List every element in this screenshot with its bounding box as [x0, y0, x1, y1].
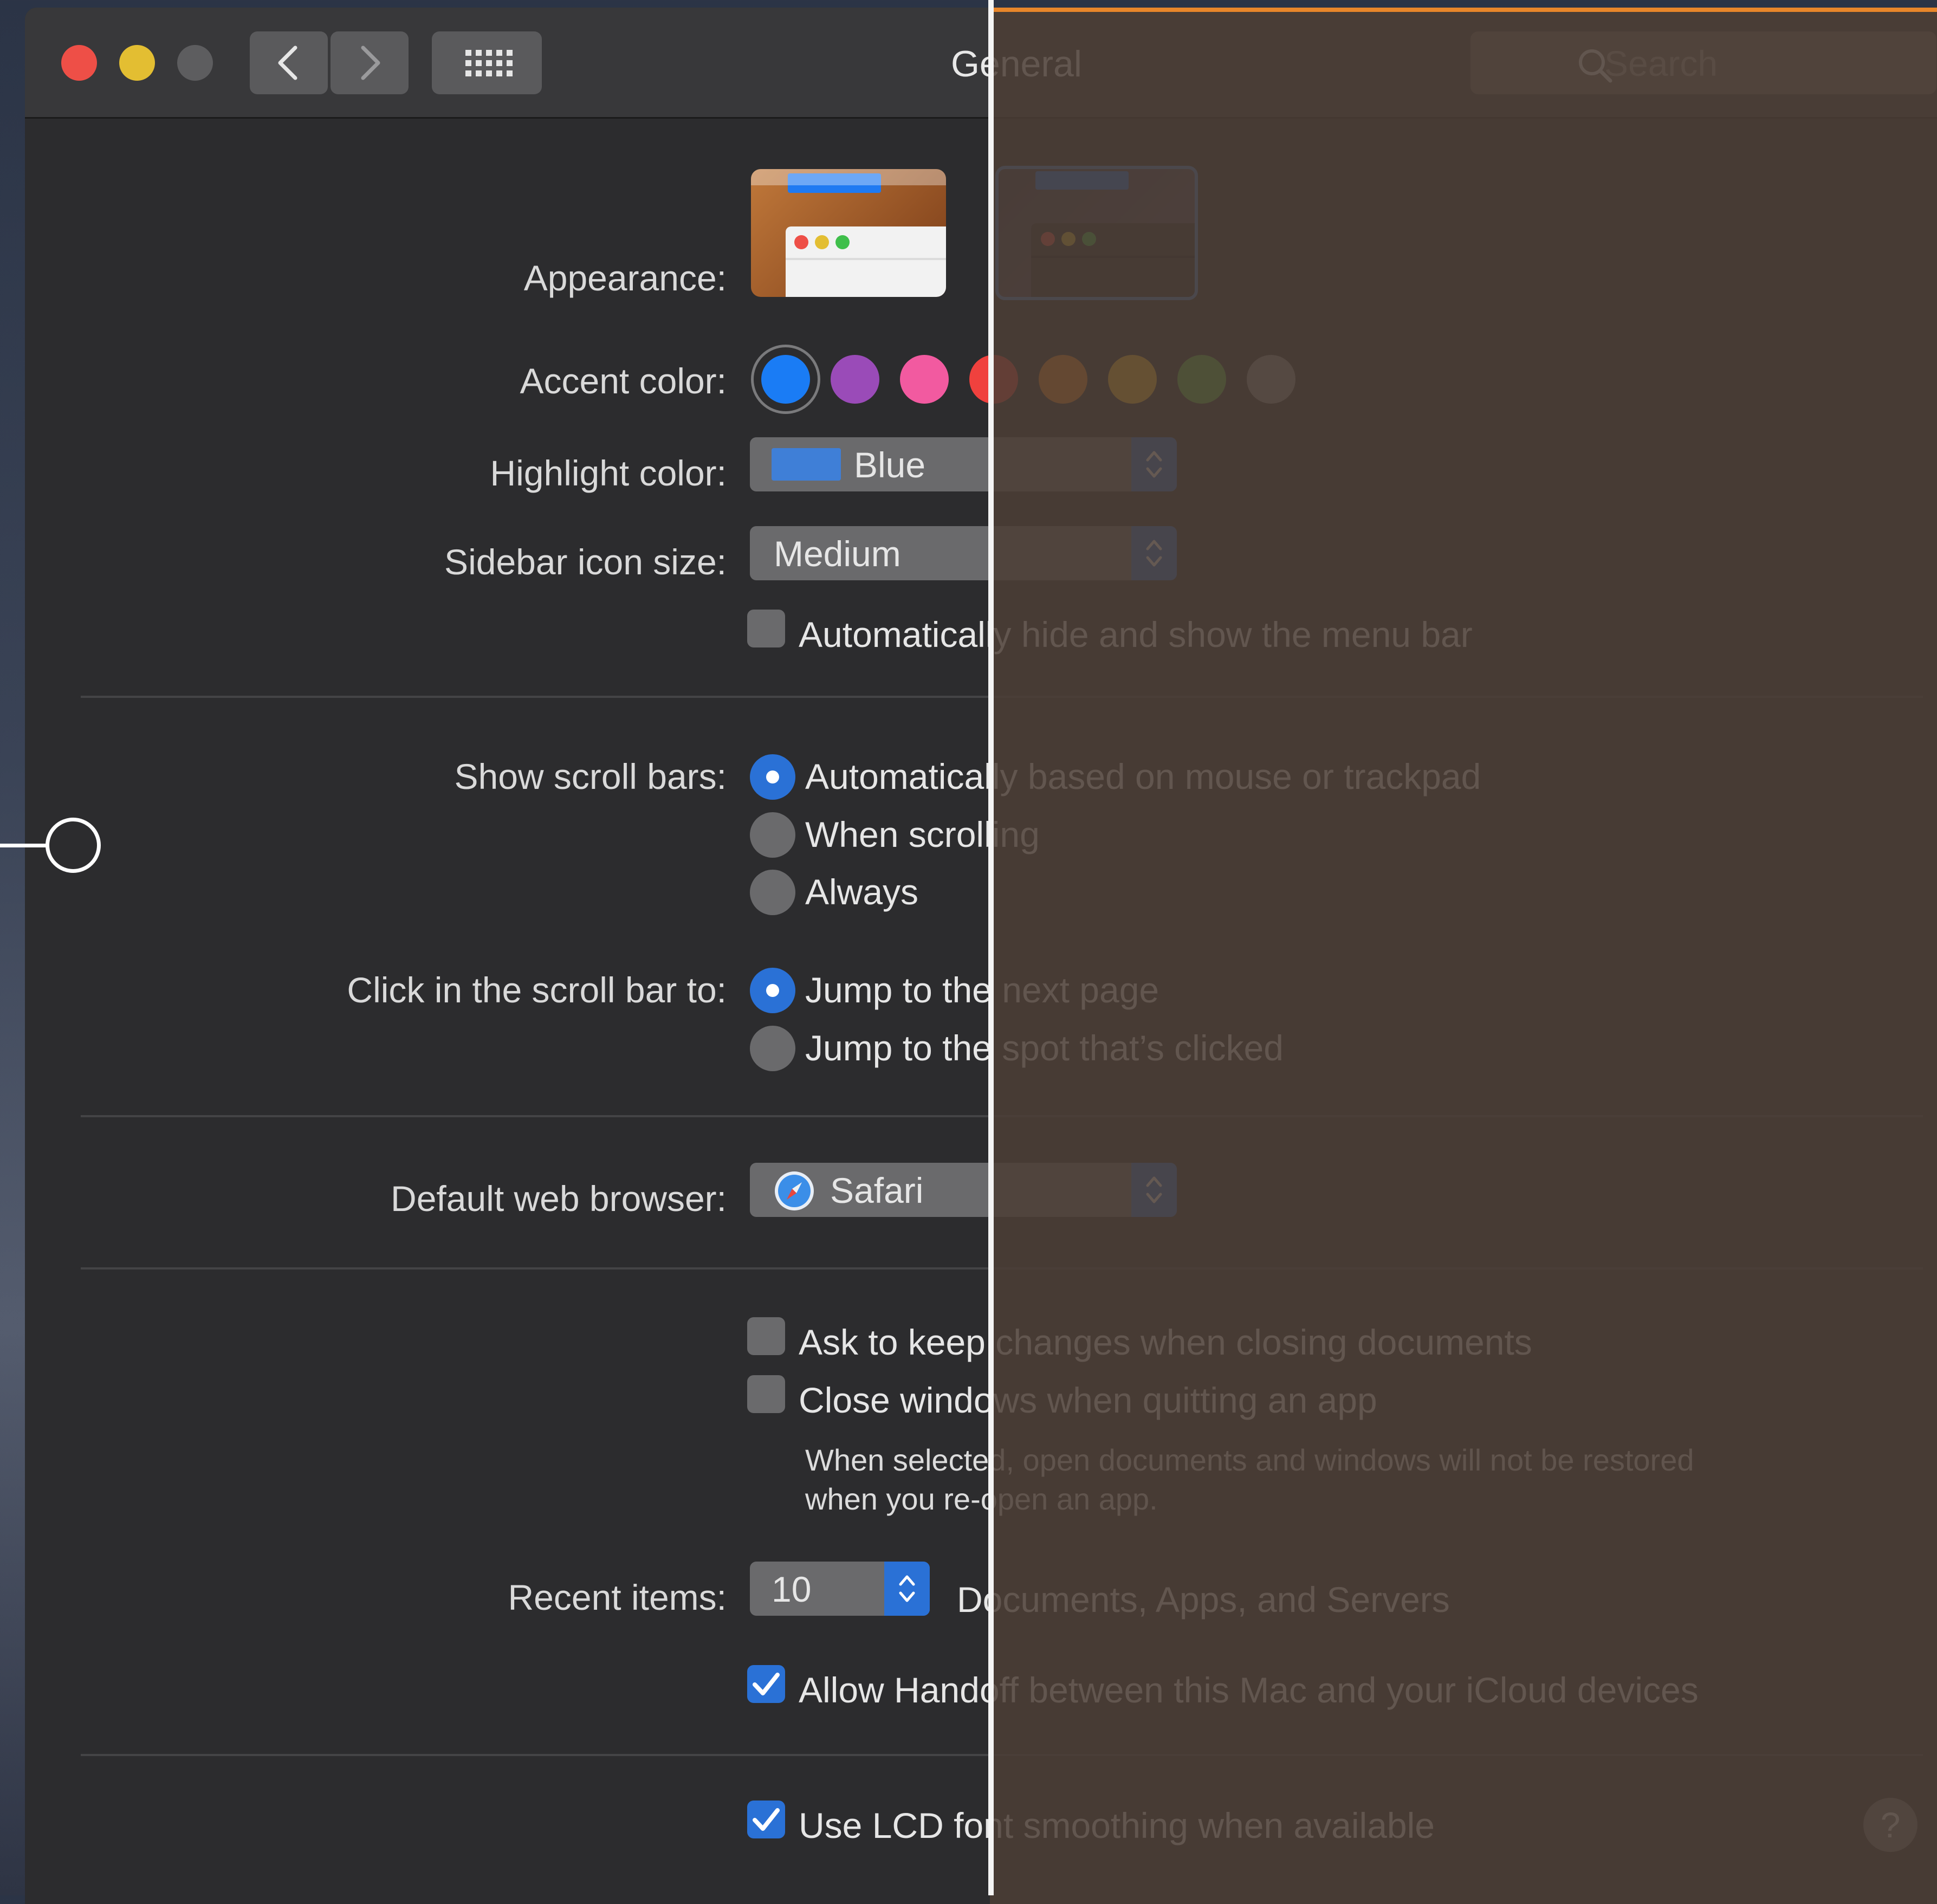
click-scroll-option-next-page: Jump to the next page [805, 970, 1159, 1010]
recent-items-label: Recent items: [508, 1577, 727, 1617]
default-browser-value: Safari [830, 1170, 924, 1210]
show-all-button[interactable] [432, 31, 542, 94]
scroll-bars-option-scrolling: When scrolling [805, 814, 1040, 854]
sidebar-icon-size-value: Medium [774, 534, 901, 574]
comparison-tint-edge [990, 8, 1937, 12]
click-scroll-option-spot: Jump to the spot that’s clicked [805, 1028, 1284, 1068]
accent-swatch-graphite[interactable] [1247, 355, 1295, 404]
close-window-button[interactable] [61, 45, 97, 81]
close-windows-note-line1: When selected, open documents and window… [805, 1443, 1694, 1477]
minimize-window-button[interactable] [119, 45, 155, 81]
close-windows-note-line2: when you re-open an app. [805, 1482, 1158, 1516]
pointer-ring-indicator [46, 818, 101, 873]
updown-chevron-icon [1146, 1176, 1162, 1203]
menubar-checkbox-label: Automatically hide and show the menu bar [799, 614, 1473, 655]
appearance-label: Appearance: [523, 258, 727, 298]
recent-items-stepper[interactable]: 10 [750, 1562, 930, 1616]
checkmark-icon [753, 1673, 780, 1695]
divider [81, 696, 1923, 698]
click-scroll-radio-spot[interactable] [750, 1026, 795, 1071]
forward-button[interactable] [331, 31, 409, 94]
default-browser-popup[interactable]: Safari [750, 1163, 1177, 1217]
updown-chevron-icon [899, 1575, 915, 1602]
window-title: General [951, 43, 1082, 85]
click-scroll-bar-label: Click in the scroll bar to: [347, 970, 727, 1010]
show-scroll-bars-label: Show scroll bars: [454, 756, 727, 796]
appearance-dark-option[interactable] [995, 166, 1198, 300]
checkmark-icon [753, 1808, 780, 1831]
recent-items-suffix: Documents, Apps, and Servers [957, 1579, 1450, 1620]
accent-swatch-orange[interactable] [1039, 355, 1087, 404]
highlight-color-popup[interactable]: Blue [750, 437, 1177, 491]
divider [81, 1115, 1923, 1117]
highlight-value: Blue [854, 445, 926, 485]
scroll-bars-radio-scrolling[interactable] [750, 812, 795, 858]
handoff-label: Allow Handoff between this Mac and your … [799, 1670, 1699, 1710]
scroll-bars-option-always: Always [805, 872, 919, 912]
recent-items-value: 10 [772, 1569, 812, 1609]
handoff-checkbox[interactable] [747, 1665, 785, 1703]
menubar-checkbox[interactable] [747, 610, 785, 647]
sidebar-icon-size-popup[interactable]: Medium [750, 526, 1177, 580]
chevron-right-icon [361, 46, 380, 80]
divider [81, 1754, 1923, 1756]
popup-stepper [1131, 1163, 1177, 1217]
scroll-bars-radio-always[interactable] [750, 870, 795, 915]
search-placeholder: Search [1604, 43, 1718, 83]
zoom-window-button[interactable] [177, 45, 213, 81]
pointer-line [0, 844, 48, 847]
default-browser-label: Default web browser: [391, 1178, 727, 1219]
preferences-window: General Search Appearance: Accent color: [25, 8, 1937, 1904]
ask-keep-changes-checkbox[interactable] [747, 1317, 785, 1355]
popup-stepper [1131, 437, 1177, 491]
toolbar: General Search [25, 8, 1937, 119]
appearance-light-option[interactable] [751, 169, 946, 297]
ask-keep-changes-label: Ask to keep changes when closing documen… [799, 1322, 1532, 1362]
lcd-smoothing-checkbox[interactable] [747, 1801, 785, 1838]
help-button[interactable]: ? [1863, 1798, 1917, 1852]
popup-stepper [1131, 526, 1177, 580]
accent-color-label: Accent color: [520, 361, 727, 401]
safari-icon [775, 1171, 814, 1210]
highlight-swatch [772, 448, 841, 481]
sidebar-icon-size-label: Sidebar icon size: [444, 542, 727, 582]
chevron-left-icon [278, 46, 297, 80]
accent-swatch-pink[interactable] [900, 355, 949, 404]
accent-swatch-yellow[interactable] [1108, 355, 1157, 404]
highlight-color-label: Highlight color: [490, 453, 727, 493]
close-windows-checkbox[interactable] [747, 1375, 785, 1413]
back-button[interactable] [250, 31, 328, 94]
scroll-bars-radio-auto[interactable] [750, 754, 795, 800]
popup-stepper [884, 1562, 930, 1616]
comparison-slider-divider[interactable] [988, 0, 994, 1895]
accent-swatch-purple[interactable] [831, 355, 879, 404]
grid-icon [465, 50, 513, 76]
accent-swatch-green[interactable] [1177, 355, 1226, 404]
click-scroll-radio-next-page[interactable] [750, 968, 795, 1013]
accent-swatch-blue[interactable] [761, 355, 810, 404]
close-windows-label: Close windows when quitting an app [799, 1380, 1377, 1420]
lcd-smoothing-label: Use LCD font smoothing when available [799, 1805, 1435, 1845]
divider [81, 1267, 1923, 1270]
updown-chevron-icon [1146, 451, 1162, 478]
scroll-bars-option-auto: Automatically based on mouse or trackpad [805, 756, 1481, 796]
updown-chevron-icon [1146, 540, 1162, 567]
accent-swatch-red[interactable] [969, 355, 1018, 404]
